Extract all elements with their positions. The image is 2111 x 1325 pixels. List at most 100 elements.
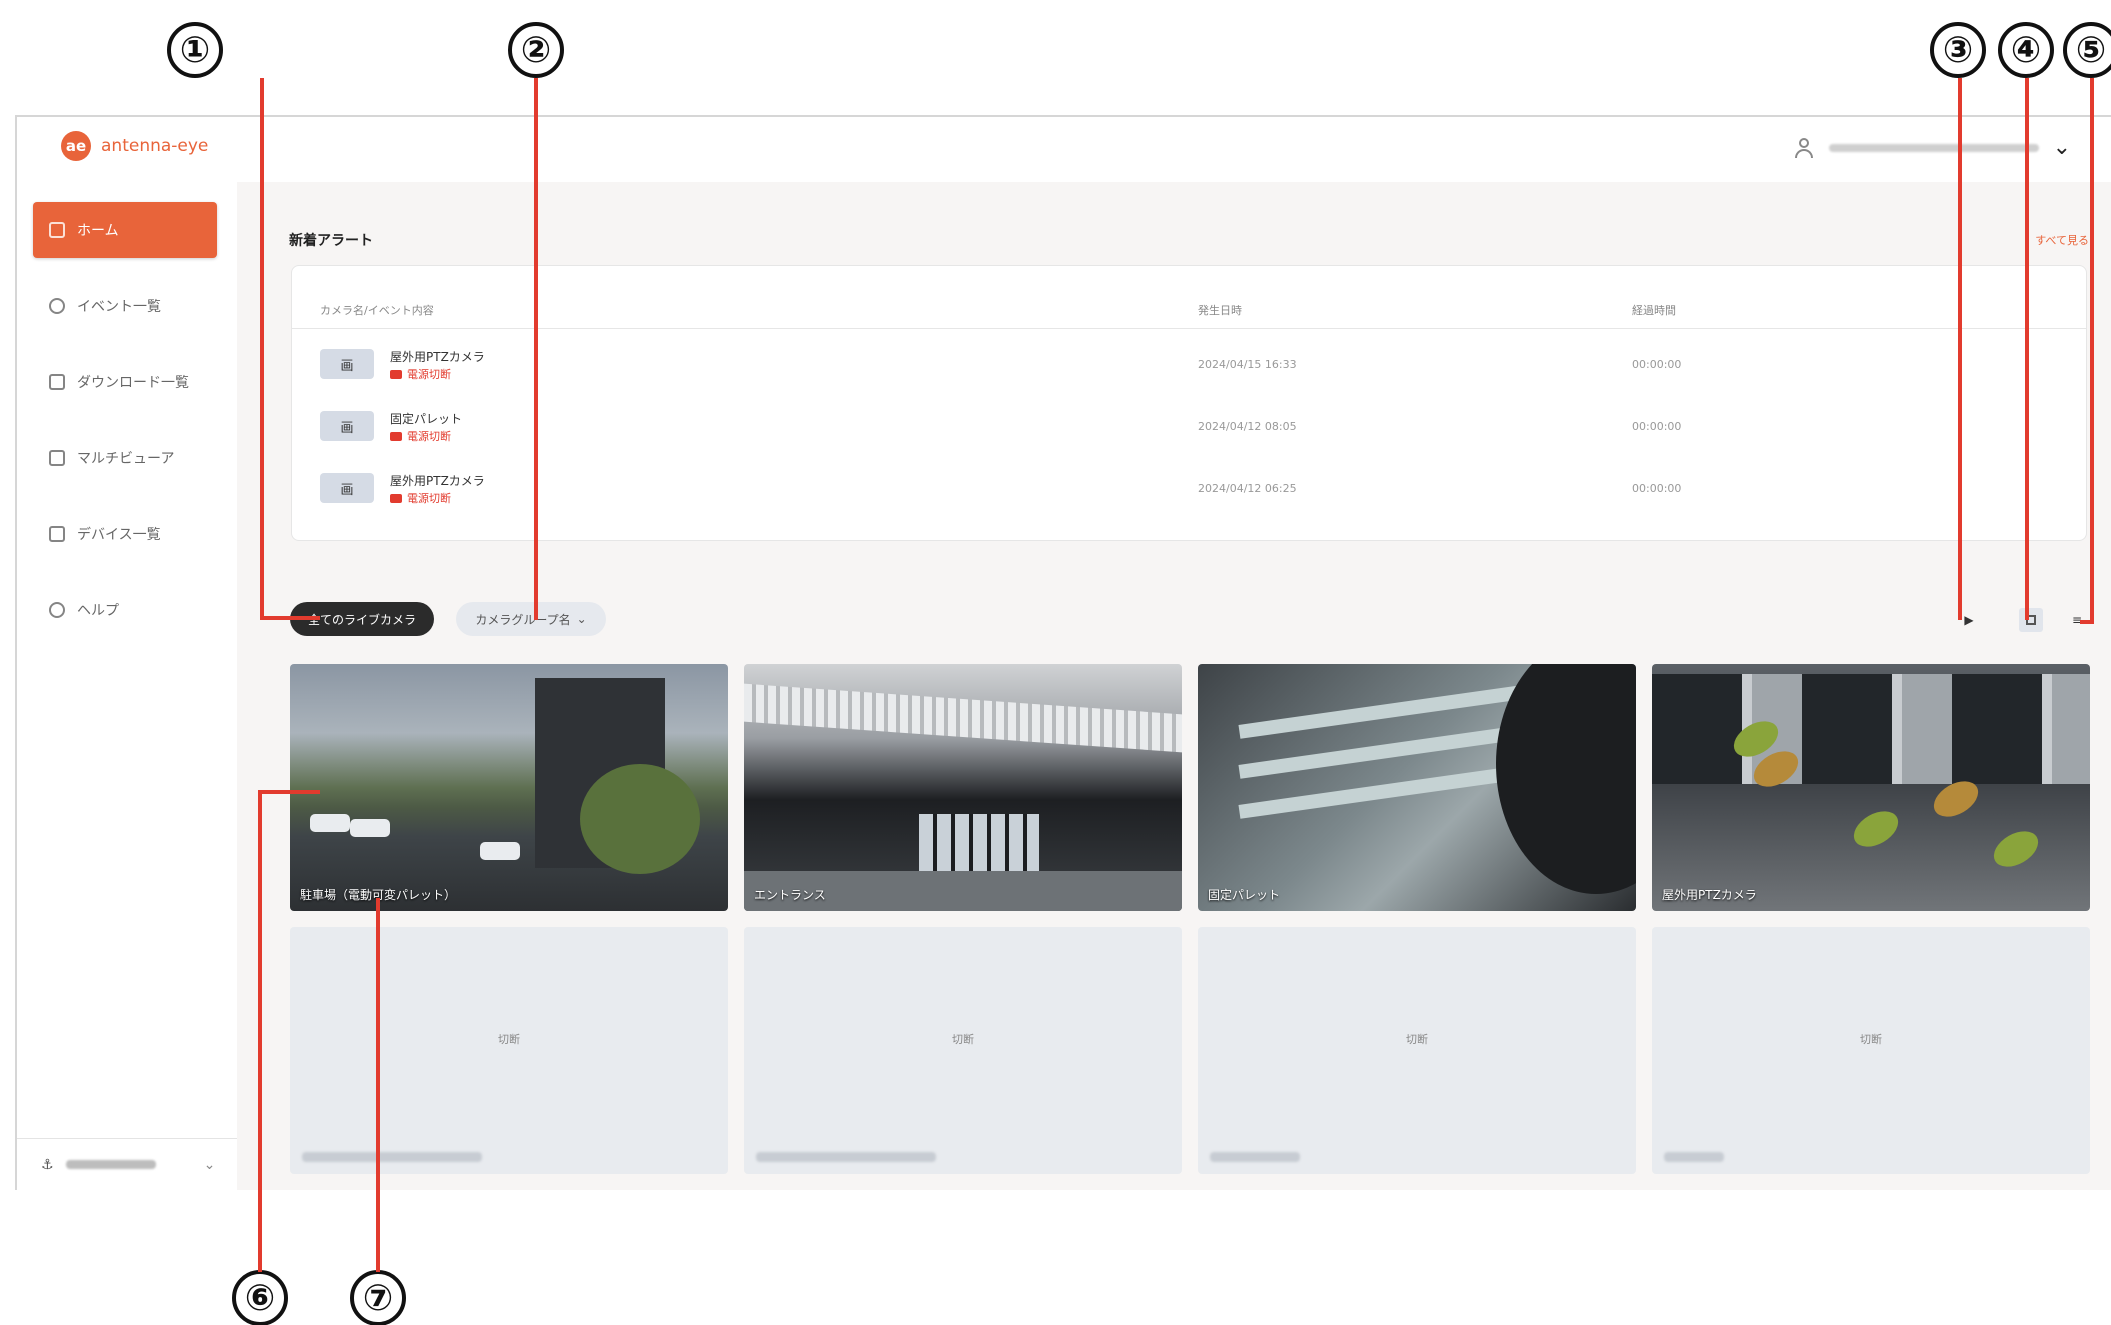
offline-status: 切断 [1860, 1033, 1882, 1046]
event-tag: 電源切断 [390, 366, 451, 382]
leaf-shape [1847, 804, 1905, 854]
column-header-elapsed: 経過時間 [1632, 304, 1676, 317]
home-icon [49, 222, 65, 238]
snapshot-button[interactable]: 画 [320, 349, 374, 379]
table-row[interactable]: 画 屋外用PTZカメラ 電源切断 2024/04/12 06:25 00:00:… [292, 456, 2086, 518]
user-menu[interactable]: ⌄ [1793, 135, 2071, 160]
camera-tile-offline[interactable]: 切断 [1652, 927, 2090, 1174]
anchor-icon: ⚓ [41, 1156, 54, 1173]
sidebar-item-multiviewer[interactable]: マルチビューア [33, 430, 217, 486]
column-header-camera: カメラ名/イベント内容 [320, 304, 434, 317]
elapsed-time: 00:00:00 [1632, 358, 1682, 371]
car-shape [480, 842, 520, 860]
camera-icon [49, 526, 65, 542]
camera-name-redacted [302, 1152, 482, 1162]
table-row[interactable]: 画 固定パレット 電源切断 2024/04/12 08:05 00:00:00 [292, 394, 2086, 456]
callout-1-line [260, 78, 264, 620]
offline-status: 切断 [498, 1033, 520, 1046]
alerts-table: カメラ名/イベント内容 発生日時 経過時間 画 屋外用PTZカメラ 電源切断 2… [291, 265, 2087, 541]
camera-name-redacted [756, 1152, 936, 1162]
elapsed-time: 00:00:00 [1632, 420, 1682, 433]
chevron-down-icon: ⌄ [576, 612, 587, 626]
sidebar-item-label: ホーム [77, 223, 119, 239]
brand-logo[interactable]: ae antenna-eye [61, 131, 208, 161]
callout-5-line [2080, 620, 2094, 624]
camera-tile-offline[interactable]: 切断 [1198, 927, 1636, 1174]
event-label: 電源切断 [407, 492, 451, 505]
callout-4-line [2025, 78, 2029, 620]
header-divider [292, 328, 2086, 329]
top-bar: ae antenna-eye ⌄ [17, 117, 2111, 182]
camera-tile[interactable]: 屋外用PTZカメラ [1652, 664, 2090, 911]
alerts-title: 新着アラート [289, 233, 373, 249]
callout-2-line [534, 78, 538, 620]
sidebar: ホーム イベント一覧 ダウンロード一覧 マルチビューア デバイス一覧 ヘルプ ⚓… [17, 182, 237, 1190]
camera-label: エントランス [754, 888, 826, 902]
user-name-redacted [1828, 143, 2039, 152]
sidebar-item-label: デバイス一覧 [77, 527, 161, 543]
sidebar-item-label: ダウンロード一覧 [77, 375, 189, 391]
callout-6: ⑥ [232, 1270, 288, 1325]
camera-tile[interactable]: エントランス [744, 664, 1182, 911]
car-shape [350, 819, 390, 837]
callout-3-line [1958, 78, 1962, 620]
grid-view-button[interactable] [2019, 608, 2043, 632]
parked-cars-shape [1652, 674, 2090, 784]
camera-tile-offline[interactable]: 切断 [744, 927, 1182, 1174]
camera-tile[interactable]: 固定パレット [1198, 664, 1636, 911]
brand-name: antenna-eye [101, 136, 209, 156]
camera-label: 固定パレット [1208, 888, 1281, 902]
offline-status: 切断 [1406, 1033, 1428, 1046]
snapshot-button[interactable]: 画 [320, 473, 374, 503]
callout-6-line [258, 790, 320, 794]
callout-3: ③ [1930, 22, 1986, 78]
callout-4: ④ [1998, 22, 2054, 78]
event-label: 電源切断 [407, 368, 451, 381]
leaf-shape [1987, 824, 2045, 874]
screenshot-stage: ① ② ③ ④ ⑤ ⑥ ⑦ ae antenna-eye ⌄ ホーム イベント一… [0, 0, 2111, 1325]
event-tag: 電源切断 [390, 428, 451, 444]
sidebar-item-devices[interactable]: デバイス一覧 [33, 506, 217, 562]
multiview-icon [49, 450, 65, 466]
clock-icon [49, 298, 65, 314]
snapshot-button[interactable]: 画 [320, 411, 374, 441]
callout-2: ② [508, 22, 564, 78]
sidebar-item-home[interactable]: ホーム [33, 202, 217, 258]
camera-tile[interactable]: 駐車場（電動可変パレット） [290, 664, 728, 911]
car-shape [310, 814, 350, 832]
callout-1-line [260, 616, 320, 620]
camera-tile-offline[interactable]: 切断 [290, 927, 728, 1174]
camera-group-dropdown[interactable]: カメラグループ名 ⌄ [456, 602, 606, 636]
callout-1: ① [167, 22, 223, 78]
camera-housing-shape [1496, 664, 1636, 894]
chevron-down-icon[interactable]: ⌄ [2053, 135, 2071, 160]
sidebar-item-downloads[interactable]: ダウンロード一覧 [33, 354, 217, 410]
sidebar-item-label: イベント一覧 [77, 299, 161, 315]
camera-name: 屋外用PTZカメラ [390, 350, 485, 364]
organization-name-redacted [65, 1160, 156, 1169]
organization-switcher[interactable]: ⚓ ⌄ [17, 1138, 237, 1190]
elapsed-time: 00:00:00 [1632, 482, 1682, 495]
camera-name: 屋外用PTZカメラ [390, 474, 485, 488]
power-off-icon [390, 493, 402, 503]
main-content: 新着アラート すべて見る カメラ名/イベント内容 発生日時 経過時間 画 屋外用… [237, 182, 2111, 1190]
user-icon [1793, 137, 1815, 159]
table-row[interactable]: 画 屋外用PTZカメラ 電源切断 2024/04/15 16:33 00:00:… [292, 332, 2086, 394]
event-datetime: 2024/04/15 16:33 [1198, 358, 1297, 371]
event-tag: 電源切断 [390, 490, 451, 506]
callout-5-line [2090, 78, 2094, 624]
sidebar-item-help[interactable]: ヘルプ [33, 582, 217, 638]
sidebar-item-label: マルチビューア [77, 451, 175, 467]
camera-name-redacted [1210, 1152, 1300, 1162]
camera-group-label: カメラグループ名 [475, 612, 571, 627]
event-label: 電源切断 [407, 430, 451, 443]
see-all-link[interactable]: すべて見る [2035, 232, 2089, 248]
callout-5: ⑤ [2063, 22, 2111, 78]
tree-shape [580, 764, 700, 874]
camera-name: 固定パレット [390, 412, 463, 426]
app-window: ae antenna-eye ⌄ ホーム イベント一覧 ダウンロード一覧 マルチ… [15, 115, 2111, 1190]
sidebar-item-events[interactable]: イベント一覧 [33, 278, 217, 334]
camera-label: 屋外用PTZカメラ [1662, 888, 1757, 902]
callout-7: ⑦ [350, 1270, 406, 1325]
callout-6-line [258, 790, 262, 1272]
